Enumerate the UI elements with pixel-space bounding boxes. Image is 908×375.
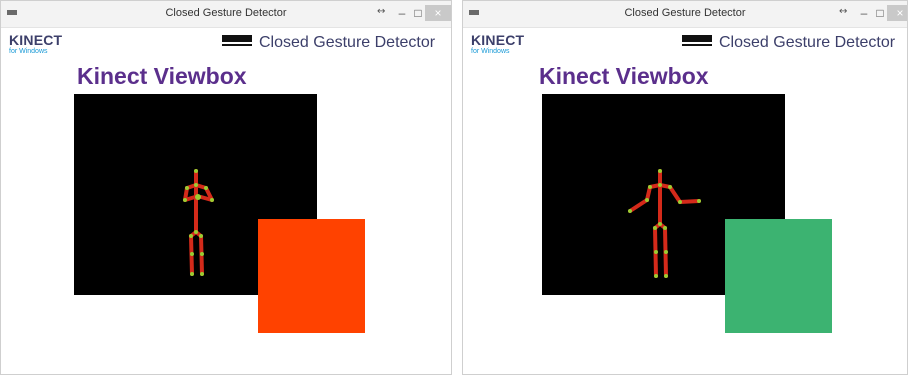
kinect-logo: KINECT for Windows <box>471 33 524 56</box>
kinect-logo: KINECT for Windows <box>9 33 62 56</box>
kinect-sensor-icon <box>222 35 252 46</box>
resize-icon[interactable]: ↔ <box>377 6 385 17</box>
app-window-left: Closed Gesture Detector ↔ – □ × KINECT f… <box>0 0 452 375</box>
brand-subtitle: for Windows <box>471 48 510 55</box>
kinect-sensor-icon <box>682 35 712 46</box>
close-button[interactable]: × <box>425 5 451 21</box>
app-title: Closed Gesture Detector <box>719 34 896 51</box>
brand-name: KINECT <box>9 32 63 48</box>
close-button[interactable]: × <box>887 5 907 21</box>
gesture-indicator <box>725 219 832 333</box>
viewbox-title: Kinect Viewbox <box>77 63 247 89</box>
gesture-indicator <box>258 219 365 333</box>
app-title: Closed Gesture Detector <box>259 34 436 51</box>
brand-name: KINECT <box>471 32 525 48</box>
brand-subtitle: for Windows <box>9 48 48 55</box>
title-bar[interactable]: Closed Gesture Detector ↔ – □ × <box>1 1 451 28</box>
title-bar[interactable]: Closed Gesture Detector ↔ – □ × <box>463 1 907 28</box>
app-window-right: Closed Gesture Detector ↔ – □ × KINECT f… <box>462 0 908 375</box>
viewbox-title: Kinect Viewbox <box>539 63 709 89</box>
resize-icon[interactable]: ↔ <box>839 6 847 17</box>
